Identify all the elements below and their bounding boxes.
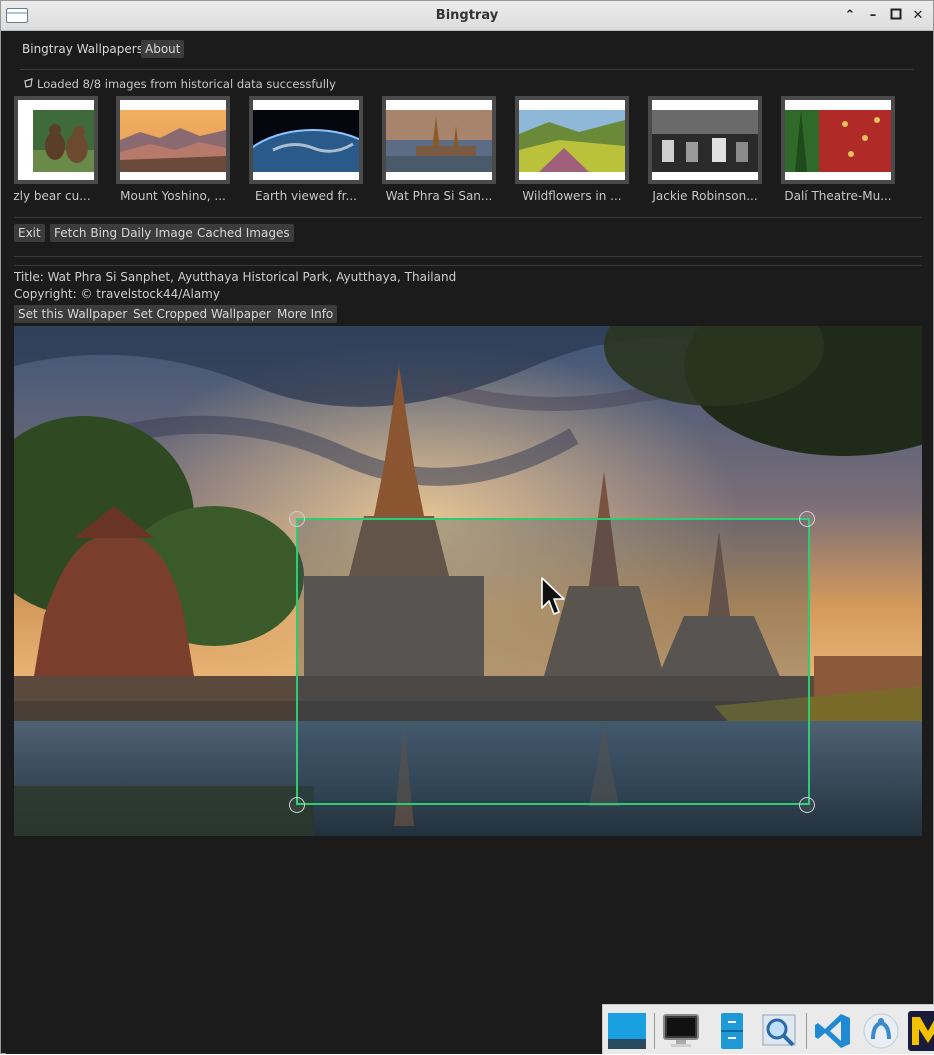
reload-icon [22,77,34,91]
thumbnail-caption: Earth viewed fr... [255,189,357,203]
thumbnail-earth[interactable] [249,96,363,184]
thumbnail-wildflowers[interactable] [515,96,629,184]
divider [14,217,922,218]
search-tool-icon[interactable] [759,1011,799,1051]
jackie-robinson-thumbnail [652,100,758,180]
divider [20,69,914,70]
thumbnail-caption: Wildflowers in ... [522,189,622,203]
cached-images-button[interactable]: Cached Images [193,224,294,242]
exit-button[interactable]: Exit [14,224,45,242]
divider [14,265,922,266]
divider [14,256,922,257]
main-window: Bingtray ⌃ – ✕ Bingtray Wallpapers About… [0,0,934,1054]
image-title: Title: Wat Phra Si Sanphet, Ayutthaya Hi… [14,270,457,284]
taskbar-separator [654,1013,655,1049]
about-button[interactable]: About [141,40,185,58]
kde-connect-icon[interactable] [861,1011,901,1051]
dali-theatre-thumbnail [785,100,891,180]
wat-phra-si-sanphet-thumbnail [386,100,492,180]
crop-handle-top-left[interactable] [289,511,305,527]
thumbnail-caption: Mount Yoshino, ... [120,189,226,203]
app-m-icon[interactable] [908,1011,934,1051]
thumbnail-grizzly-bear[interactable] [14,96,98,184]
thumbnail-caption: zly bear cu... [13,189,91,203]
close-icon[interactable]: ✕ [910,8,926,24]
mount-yoshino-thumbnail [120,100,226,180]
thumbnail-jackie-robinson[interactable] [648,96,762,184]
taskbar-separator [806,1013,807,1049]
image-copyright: Copyright: © travelstock44/Alamy [14,287,220,301]
more-info-button[interactable]: More Info [273,305,338,323]
thumbnail-caption: Wat Phra Si San... [385,189,493,203]
fetch-bing-daily-image-button[interactable]: Fetch Bing Daily Image [50,224,197,242]
display-settings-icon[interactable] [661,1011,701,1051]
crop-handle-bottom-right[interactable] [799,797,815,813]
grizzly-bear-thumbnail [18,100,94,180]
thumbnail-wat-phra-si-sanphet[interactable] [382,96,496,184]
show-desktop-icon[interactable] [607,1011,647,1051]
status-line: Loaded 8/8 images from historical data s… [22,77,336,91]
shade-icon[interactable]: ⌃ [842,8,858,24]
window-title: Bingtray [435,8,499,23]
thumbnail-caption: Dalí Theatre-Mu... [784,189,892,203]
earth-thumbnail [253,100,359,180]
wildflowers-thumbnail [519,100,625,180]
mouse-cursor-icon [541,577,567,620]
crop-selection[interactable] [296,518,810,805]
thumbnail-mount-yoshino[interactable] [116,96,230,184]
app-menu-label[interactable]: Bingtray Wallpapers [22,42,143,56]
crop-handle-bottom-left[interactable] [289,797,305,813]
maximize-icon[interactable] [888,8,904,24]
title-bar[interactable]: Bingtray ⌃ – ✕ [1,1,933,31]
app-content: Bingtray Wallpapers About Loaded 8/8 ima… [6,32,930,1054]
taskbar [602,1004,934,1054]
crop-handle-top-right[interactable] [799,511,815,527]
status-message: Loaded 8/8 images from historical data s… [37,77,336,91]
file-manager-icon[interactable] [711,1011,751,1051]
set-cropped-wallpaper-button[interactable]: Set Cropped Wallpaper [129,305,275,323]
vscode-icon[interactable] [813,1011,853,1051]
thumbnail-dali-theatre[interactable] [781,96,895,184]
thumbnail-caption: Jackie Robinson... [652,189,758,203]
minimize-icon[interactable]: – [865,8,881,24]
set-wallpaper-button[interactable]: Set this Wallpaper [14,305,132,323]
